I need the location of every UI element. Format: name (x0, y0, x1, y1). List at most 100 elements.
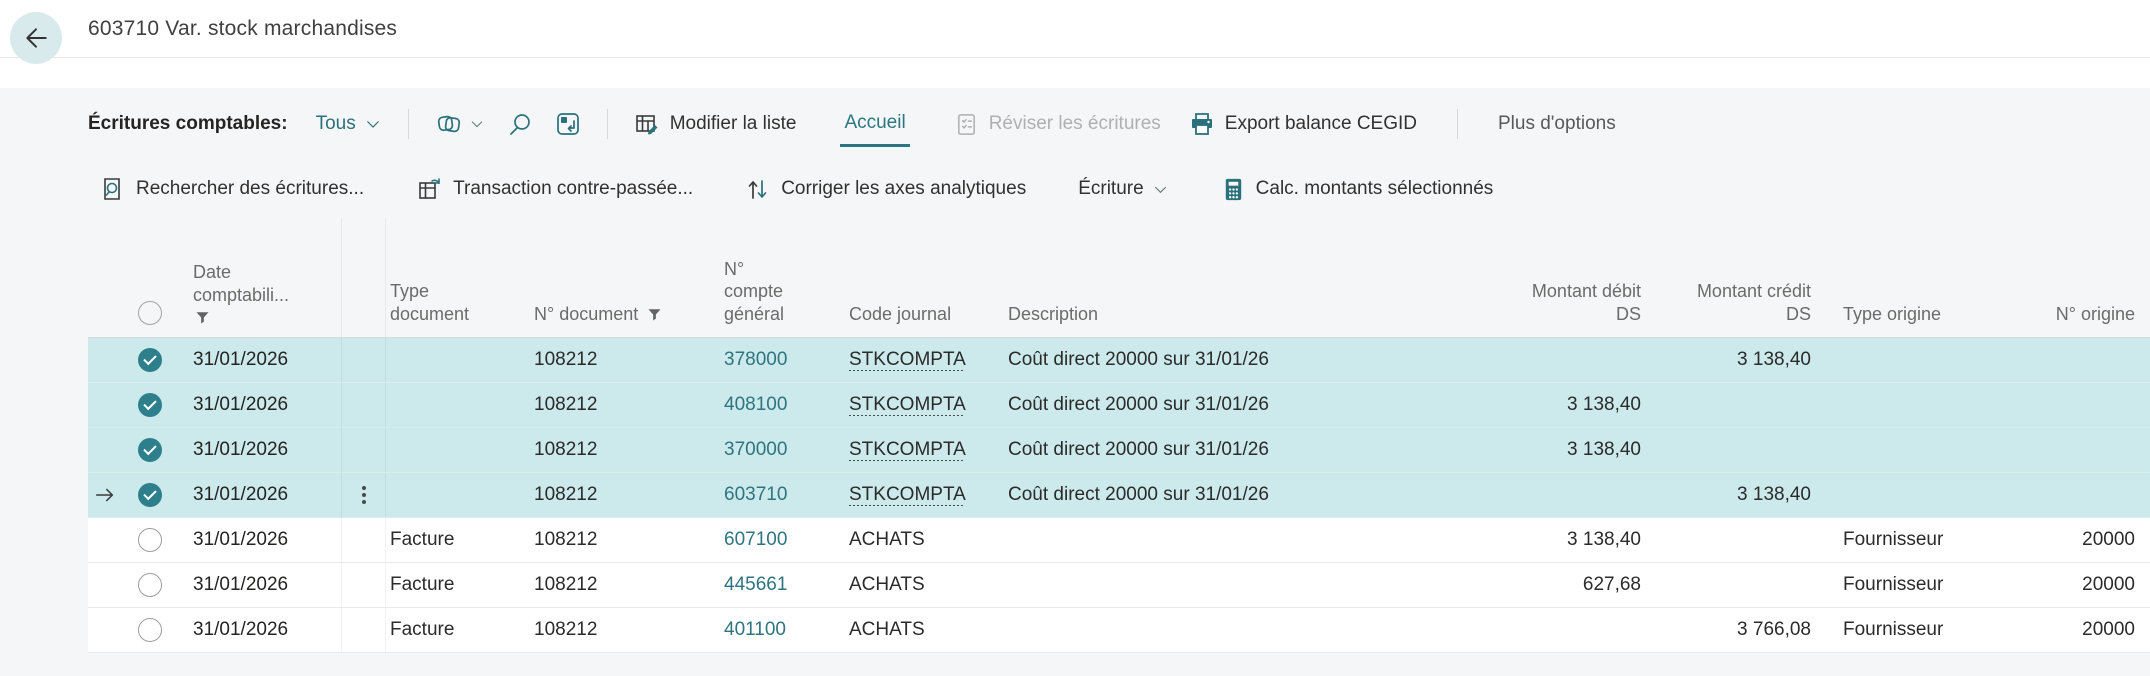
cell-origin-type[interactable]: Fournisseur (1815, 529, 1990, 551)
cell-description[interactable]: Coût direct 20000 sur 31/01/26 (1004, 439, 1330, 461)
table-row[interactable]: 31/01/2026 Facture 108212 401100 ACHATS … (88, 608, 2150, 653)
row-checkbox[interactable] (138, 393, 162, 417)
cell-journal-code[interactable]: STKCOMPTA (845, 394, 1004, 416)
cell-account-no-link[interactable]: 370000 (720, 439, 845, 461)
column-header-doc-type[interactable]: Type document (386, 280, 530, 337)
column-header-doc-no[interactable]: N° document (530, 303, 720, 338)
cell-document-type[interactable]: Facture (386, 529, 530, 551)
search-button[interactable] (507, 111, 533, 137)
edit-list-button[interactable]: Modifier la liste (634, 111, 796, 137)
review-entries-button[interactable]: Réviser les écritures (954, 112, 1161, 137)
cell-document-no[interactable]: 108212 (530, 394, 720, 416)
column-header-origin-type[interactable]: Type origine (1815, 303, 1990, 338)
reverse-transaction-button[interactable]: Transaction contre-passée... (416, 176, 693, 203)
column-header-description[interactable]: Description (1004, 303, 1330, 338)
table-row[interactable]: 31/01/2026 108212 370000 STKCOMPTA Coût … (88, 428, 2150, 473)
cell-posting-date[interactable]: 31/01/2026 (176, 619, 341, 641)
column-header-date[interactable]: Date comptabili... (176, 261, 341, 337)
column-header-origin-no[interactable]: N° origine (1990, 303, 2150, 338)
cell-document-no[interactable]: 108212 (530, 349, 720, 371)
row-checkbox[interactable] (138, 573, 162, 597)
cell-journal-code[interactable]: ACHATS (845, 574, 1004, 596)
calc-selected-button[interactable]: Calc. montants sélectionnés (1221, 177, 1493, 202)
cell-document-no[interactable]: 108212 (530, 484, 720, 506)
cell-debit-amount[interactable]: 3 138,40 (1330, 529, 1645, 551)
row-menu-icon[interactable] (361, 493, 366, 497)
cell-origin-no[interactable]: 20000 (1990, 619, 2150, 641)
find-entries-label: Rechercher des écritures... (136, 178, 365, 199)
table-row[interactable]: 31/01/2026 108212 378000 STKCOMPTA Coût … (88, 338, 2150, 383)
export-cegid-button[interactable]: Export balance CEGID (1189, 111, 1417, 137)
cell-journal-code[interactable]: STKCOMPTA (845, 484, 1004, 506)
tab-accueil[interactable]: Accueil (840, 112, 910, 147)
back-button[interactable] (10, 12, 62, 64)
more-options-button[interactable]: Plus d'options (1498, 113, 1616, 135)
entry-dropdown-label: Écriture (1078, 178, 1144, 199)
correct-dimensions-button[interactable]: Corriger les axes analytiques (745, 176, 1026, 202)
table-row[interactable]: 31/01/2026 108212 408100 STKCOMPTA Coût … (88, 383, 2150, 428)
entry-dropdown[interactable]: Écriture (1078, 178, 1168, 200)
cell-journal-code[interactable]: STKCOMPTA (845, 349, 1004, 371)
cell-account-no-link[interactable]: 378000 (720, 349, 845, 371)
cell-document-type[interactable]: Facture (386, 574, 530, 596)
cell-description[interactable]: Coût direct 20000 sur 31/01/26 (1004, 484, 1330, 506)
table-row[interactable]: 31/01/2026 108212 603710 STKCOMPTA Coût … (88, 473, 2150, 518)
column-header-journal[interactable]: Code journal (845, 303, 1004, 338)
arrow-left-icon (26, 28, 47, 48)
view-filter-dropdown[interactable]: Tous (316, 113, 382, 135)
row-menu-cell (341, 473, 386, 517)
find-entries-button[interactable]: Rechercher des écritures... (100, 176, 364, 202)
row-checkbox[interactable] (138, 483, 162, 507)
cell-origin-type[interactable]: Fournisseur (1815, 619, 1990, 641)
row-menu-cell (341, 563, 386, 607)
actions-bar: Rechercher des écritures... Transaction … (0, 160, 2150, 218)
row-select-cell (88, 608, 176, 652)
row-checkbox[interactable] (138, 528, 162, 552)
column-header-debit[interactable]: Montant débit DS (1330, 280, 1645, 337)
column-header-credit[interactable]: Montant crédit DS (1645, 280, 1815, 337)
cell-document-no[interactable]: 108212 (530, 439, 720, 461)
cell-account-no-link[interactable]: 603710 (720, 484, 845, 506)
cell-posting-date[interactable]: 31/01/2026 (176, 529, 341, 551)
cell-credit-amount[interactable]: 3 766,08 (1645, 619, 1815, 641)
table-row[interactable]: 31/01/2026 Facture 108212 445661 ACHATS … (88, 563, 2150, 608)
analyze-button[interactable] (435, 110, 485, 138)
search-icon (509, 114, 530, 135)
cell-debit-amount[interactable]: 627,68 (1330, 574, 1645, 596)
cell-posting-date[interactable]: 31/01/2026 (176, 439, 341, 461)
cell-document-type[interactable]: Facture (386, 619, 530, 641)
cell-origin-no[interactable]: 20000 (1990, 574, 2150, 596)
cell-posting-date[interactable]: 31/01/2026 (176, 574, 341, 596)
table-row[interactable]: 31/01/2026 Facture 108212 607100 ACHATS … (88, 518, 2150, 563)
cell-document-no[interactable]: 108212 (530, 529, 720, 551)
cell-journal-code[interactable]: ACHATS (845, 619, 1004, 641)
focus-mode-button[interactable] (555, 111, 581, 137)
cell-origin-type[interactable]: Fournisseur (1815, 574, 1990, 596)
cell-posting-date[interactable]: 31/01/2026 (176, 394, 341, 416)
cell-description[interactable]: Coût direct 20000 sur 31/01/26 (1004, 394, 1330, 416)
column-header-account[interactable]: N° compte général (720, 258, 845, 338)
row-checkbox[interactable] (138, 438, 162, 462)
cell-account-no-link[interactable]: 445661 (720, 574, 845, 596)
find-entries-icon (104, 178, 120, 200)
cell-journal-code[interactable]: ACHATS (845, 529, 1004, 551)
cell-debit-amount[interactable]: 3 138,40 (1330, 394, 1645, 416)
cell-account-no-link[interactable]: 607100 (720, 529, 845, 551)
cell-posting-date[interactable]: 31/01/2026 (176, 349, 341, 371)
row-select-cell (88, 473, 176, 517)
cell-credit-amount[interactable]: 3 138,40 (1645, 484, 1815, 506)
cell-account-no-link[interactable]: 401100 (720, 619, 845, 641)
cell-posting-date[interactable]: 31/01/2026 (176, 484, 341, 506)
cell-journal-code[interactable]: STKCOMPTA (845, 439, 1004, 461)
cell-debit-amount[interactable]: 3 138,40 (1330, 439, 1645, 461)
cell-document-no[interactable]: 108212 (530, 619, 720, 641)
cell-document-no[interactable]: 108212 (530, 574, 720, 596)
cell-origin-no[interactable]: 20000 (1990, 529, 2150, 551)
row-checkbox[interactable] (138, 618, 162, 642)
cell-account-no-link[interactable]: 408100 (720, 394, 845, 416)
cell-credit-amount[interactable]: 3 138,40 (1645, 349, 1815, 371)
row-checkbox[interactable] (138, 348, 162, 372)
row-menu-cell (341, 338, 386, 382)
select-all-checkbox[interactable] (138, 301, 162, 325)
cell-description[interactable]: Coût direct 20000 sur 31/01/26 (1004, 349, 1330, 371)
